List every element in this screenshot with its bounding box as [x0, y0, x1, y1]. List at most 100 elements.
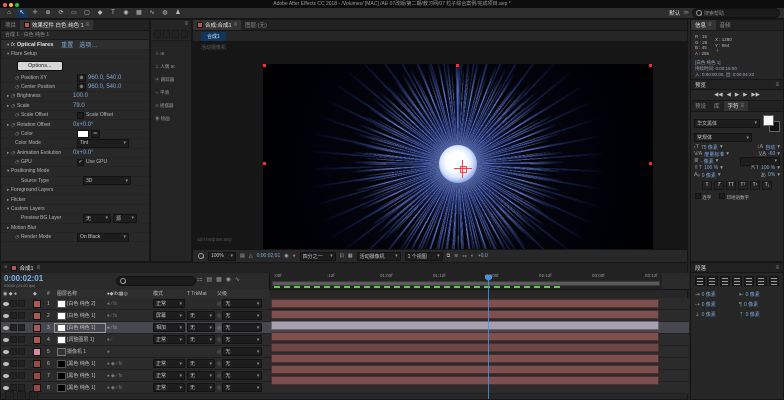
trkmat-dropdown[interactable]: 无▾	[187, 311, 215, 320]
trkmat-dropdown[interactable]: 无▾	[187, 383, 215, 392]
panel-menu-icon[interactable]: ≡	[86, 22, 90, 28]
space-after-field[interactable]: ⇣0 像素	[695, 311, 735, 318]
layer-color-swatch[interactable]	[33, 372, 41, 380]
comp-mini-flowchart-icon[interactable]: ⚏	[197, 276, 202, 283]
layer-color-swatch[interactable]	[33, 348, 41, 356]
parent-header[interactable]: 父级	[215, 290, 269, 297]
stroke-width-field[interactable]: ≣- 像素▾	[694, 158, 718, 165]
property-value[interactable]: 960.0, 540.0	[88, 75, 121, 81]
tab-preview[interactable]: 预览	[695, 81, 706, 89]
stopwatch-icon[interactable]: ◷	[11, 93, 15, 99]
magnification-dropdown[interactable]: 100%▾	[208, 252, 236, 261]
comp-viewer[interactable]: 活动摄像机 ad-lxwqraw.aep	[193, 41, 687, 249]
tab-library[interactable]: 库	[710, 101, 724, 111]
time-ruler[interactable]: :00f :12f 01:00f 01:12f 02:00f 02:12f 03…	[269, 273, 662, 289]
strip-item-puppet-ik[interactable]: ♖ 人偶 IK	[155, 64, 189, 70]
tab-character[interactable]: 字符≡	[724, 101, 749, 111]
expand-transfer-controls-toggle[interactable]	[17, 391, 26, 400]
video-eye-toggle[interactable]	[3, 326, 9, 330]
channels-icon[interactable]: ●	[293, 253, 296, 259]
property-value[interactable]: 100.0	[73, 93, 88, 99]
blend-mode-dropdown[interactable]: 相加▾	[153, 323, 185, 332]
layer-color-swatch[interactable]	[33, 336, 41, 344]
motion-blur-icon[interactable]: ◉	[226, 276, 231, 283]
tab-effects-presets[interactable]: 预设	[691, 101, 710, 111]
stopwatch-icon[interactable]: ◷	[15, 84, 19, 90]
all-caps-button[interactable]: TT	[726, 181, 736, 190]
parent-dropdown[interactable]: 无▾	[222, 371, 262, 380]
font-size-field[interactable]: ₜT75 像素▾	[694, 144, 723, 151]
color-swatch[interactable]	[77, 130, 89, 138]
effect-point-icon[interactable]: ⊕	[77, 83, 86, 91]
playhead-line[interactable]	[488, 279, 489, 399]
parent-dropdown[interactable]: 无▾	[222, 323, 262, 332]
color-mode-dropdown[interactable]: Tint▾	[77, 139, 129, 148]
tab-info[interactable]: 信息≡	[691, 20, 716, 30]
tab-layer[interactable]: 图层:(无)	[241, 20, 271, 30]
blend-mode-dropdown[interactable]: 正常▾	[153, 335, 185, 344]
parent-dropdown[interactable]: 无▾	[222, 299, 262, 308]
tab-composition[interactable]: 合成:合成1≡	[193, 20, 241, 30]
eraser-tool-icon[interactable]: ∿	[147, 9, 157, 18]
align-icon[interactable]	[154, 30, 161, 38]
brush-tool-icon[interactable]: ◉	[121, 9, 131, 18]
clone-stamp-tool-icon[interactable]: ▦	[134, 9, 144, 18]
video-eye-toggle[interactable]	[3, 314, 9, 318]
shape-tool-icon[interactable]: ▢	[82, 9, 92, 18]
scale-offset-checkbox[interactable]	[77, 112, 84, 119]
layer-duration-bar[interactable]	[271, 310, 659, 319]
flare-setup-group[interactable]: Flare Setup	[11, 51, 73, 57]
layer-duration-bar[interactable]	[271, 376, 659, 385]
grid-icon[interactable]	[163, 30, 170, 38]
justify-last-right-button[interactable]	[756, 276, 766, 286]
roi-icon[interactable]: ⊡	[340, 253, 344, 259]
vertical-scale-field[interactable]: ⇳T100 %▾	[694, 165, 723, 171]
selection-handle[interactable]	[263, 162, 266, 165]
camera-dropdown[interactable]: 活动摄像机▾	[357, 252, 401, 261]
proportional-spacing-field[interactable]: あ0%▾	[760, 171, 780, 179]
indent-right-field[interactable]: ⇤0 像素	[739, 291, 779, 298]
panel-menu-icon[interactable]: ≡	[775, 82, 779, 88]
layer-color-swatch[interactable]	[33, 300, 41, 308]
strip-item-paint[interactable]: ◉ 绘画	[155, 116, 189, 122]
selection-handle[interactable]	[649, 64, 652, 67]
panel-menu-icon[interactable]: ≡	[234, 22, 238, 28]
tab-audio[interactable]: 音频	[716, 20, 735, 30]
stopwatch-icon[interactable]: ◷	[11, 150, 15, 156]
selection-handle[interactable]	[263, 64, 266, 67]
hindi-digits-checkbox[interactable]: 印地语数字	[719, 193, 749, 201]
parent-dropdown[interactable]: 无▾	[222, 383, 262, 392]
snapshot-icon[interactable]: ◉	[284, 253, 288, 259]
layer-color-swatch[interactable]	[33, 324, 41, 332]
transparency-grid-icon[interactable]: ▦	[348, 253, 353, 259]
blend-mode-dropdown[interactable]: 正常▾	[153, 299, 185, 308]
layer-duration-bar[interactable]	[271, 299, 659, 308]
panel-menu-icon[interactable]: ≡	[151, 20, 191, 28]
roto-brush-tool-icon[interactable]: ◍	[160, 9, 170, 18]
tab-project[interactable]: 项目	[1, 20, 20, 30]
pan-behind-tool-icon[interactable]: ▭	[69, 9, 79, 18]
parent-dropdown[interactable]: 无▾	[222, 335, 262, 344]
selection-handle[interactable]	[649, 162, 652, 165]
panel-menu-icon[interactable]: ≡	[708, 22, 712, 28]
selection-tool-icon[interactable]: ↖	[17, 9, 27, 18]
video-eye-toggle[interactable]	[3, 338, 9, 342]
panel-menu-icon[interactable]: ≡	[37, 265, 41, 271]
indent-left-field[interactable]: ⇥0 像素	[695, 291, 735, 298]
first-frame-button[interactable]: ◀◀	[714, 92, 722, 98]
expand-inout-toggle[interactable]	[29, 391, 38, 400]
timeline-search-input[interactable]	[116, 276, 196, 286]
graph-editor-icon[interactable]: ∿	[235, 276, 240, 283]
exposure-icon[interactable]: ◐	[471, 253, 474, 259]
layer-duration-bar-selected[interactable]	[271, 321, 659, 330]
superscript-button[interactable]: T¹	[750, 181, 760, 190]
trkmat-dropdown[interactable]: 无▾	[187, 371, 215, 380]
workspace-label[interactable]: 默认	[669, 9, 680, 17]
blend-mode-dropdown[interactable]: 正常▾	[153, 371, 185, 380]
panel-menu-icon[interactable]: ≡	[775, 265, 779, 271]
baseline-shift-field[interactable]: Aₐ0 像素▾	[694, 172, 721, 179]
zoom-tool-icon[interactable]: ⊕	[43, 9, 53, 18]
layer-duration-bar[interactable]	[271, 365, 659, 374]
current-timecode[interactable]: 0:00:02:01	[4, 274, 43, 283]
video-eye-toggle[interactable]	[3, 374, 9, 378]
